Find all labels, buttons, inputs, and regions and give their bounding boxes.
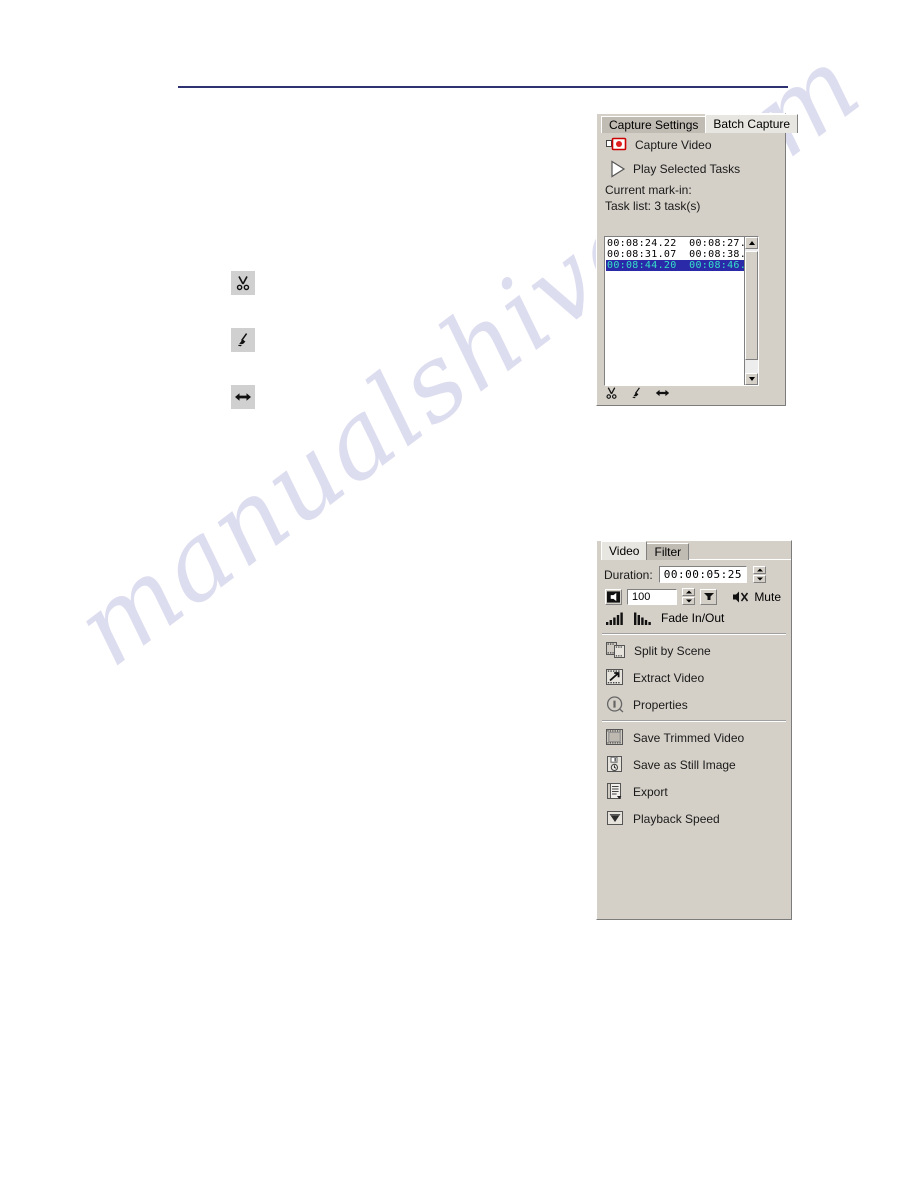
- margin-brush-icon: [231, 328, 255, 352]
- mute-button[interactable]: Mute: [733, 590, 791, 604]
- tab-capture-settings[interactable]: Capture Settings: [601, 116, 707, 133]
- duration-increment-icon[interactable]: [753, 566, 767, 574]
- video-panel-divider-2: [602, 720, 786, 722]
- current-mark-in-label: Current mark-in:: [605, 183, 692, 197]
- task-list-toolbar: [605, 386, 670, 400]
- scrollbar-track[interactable]: [745, 249, 758, 373]
- play-selected-tasks-label: Play Selected Tasks: [633, 162, 741, 176]
- export-label: Export: [633, 784, 668, 799]
- save-as-still-image-label: Save as Still Image: [633, 757, 736, 772]
- filmstrip-save-icon: [606, 729, 625, 746]
- table-row[interactable]: 00:08:44.20 00:08:46.14: [606, 260, 744, 271]
- duration-row: Duration: 00:00:05:25: [597, 560, 791, 585]
- task-list-count-label: Task list: 3 task(s): [605, 199, 701, 213]
- fade-in-icon[interactable]: [605, 612, 625, 625]
- mute-icon: [733, 590, 749, 604]
- toolbar-scissors-icon[interactable]: [605, 386, 618, 400]
- volume-dropdown-icon[interactable]: [700, 588, 717, 605]
- playback-speed-label: Playback Speed: [633, 811, 720, 826]
- duration-label: Duration:: [604, 567, 653, 582]
- playback-speed-button[interactable]: Playback Speed: [597, 805, 791, 832]
- volume-input[interactable]: 100: [627, 588, 677, 605]
- toolbar-double-arrow-icon[interactable]: [655, 387, 670, 399]
- video-panel-divider: [602, 633, 786, 635]
- extract-video-label: Extract Video: [633, 670, 705, 685]
- floppy-clock-icon: [606, 756, 625, 773]
- save-as-still-image-button[interactable]: Save as Still Image: [597, 751, 791, 778]
- volume-decrement-icon[interactable]: [682, 597, 695, 605]
- tab-video[interactable]: Video: [601, 541, 648, 560]
- scroll-down-icon[interactable]: [745, 373, 758, 385]
- filmstrip-split-icon: [606, 642, 626, 659]
- export-button[interactable]: Export: [597, 778, 791, 805]
- camcorder-record-icon: [606, 137, 628, 152]
- double-arrow-icon: [235, 393, 251, 401]
- volume-stepper[interactable]: [682, 588, 695, 605]
- play-triangle-icon: [610, 160, 626, 178]
- margin-scissors-icon: [231, 271, 255, 295]
- page-header-rule: [178, 86, 788, 88]
- task-list[interactable]: 00:08:24.22 00:08:27.07 00:08:31.07 00:0…: [604, 236, 759, 386]
- save-trimmed-video-label: Save Trimmed Video: [633, 730, 745, 745]
- play-selected-tasks-button[interactable]: Play Selected Tasks: [597, 156, 785, 182]
- tab-filter[interactable]: Filter: [646, 543, 690, 560]
- split-by-scene-label: Split by Scene: [634, 643, 711, 658]
- extract-arrow-icon: [606, 669, 625, 686]
- margin-double-arrow-icon: [231, 385, 255, 409]
- duration-stepper[interactable]: [753, 566, 767, 583]
- info-circle-icon: [606, 696, 625, 713]
- scrollbar-thumb[interactable]: [745, 251, 758, 361]
- properties-button[interactable]: Properties: [597, 691, 791, 718]
- extract-video-button[interactable]: Extract Video: [597, 664, 791, 691]
- video-tabstrip-filler: [688, 544, 791, 560]
- save-trimmed-video-button[interactable]: Save Trimmed Video: [597, 724, 791, 751]
- table-row[interactable]: 00:08:24.22 00:08:27.07: [606, 238, 744, 249]
- scissors-icon: [236, 276, 250, 291]
- task-list-scrollbar[interactable]: [744, 237, 758, 385]
- brush-icon: [238, 333, 248, 347]
- batch-capture-panel: Capture Settings Batch Capture Capture V…: [596, 113, 799, 406]
- playback-speed-icon: [606, 810, 625, 827]
- capture-video-button[interactable]: Capture Video: [597, 133, 785, 156]
- duration-decrement-icon[interactable]: [753, 575, 767, 583]
- volume-increment-icon[interactable]: [682, 588, 695, 596]
- tab-batch-capture[interactable]: Batch Capture: [705, 114, 799, 133]
- fade-row: Fade In/Out: [597, 608, 791, 631]
- task-list-rows: 00:08:24.22 00:08:27.07 00:08:31.07 00:0…: [605, 237, 744, 385]
- export-list-icon: [606, 783, 625, 800]
- fade-out-icon[interactable]: [633, 612, 653, 625]
- table-row[interactable]: 00:08:31.07 00:08:38.25: [606, 249, 744, 260]
- properties-label: Properties: [633, 697, 688, 712]
- toolbar-brush-icon[interactable]: [630, 386, 643, 400]
- fade-in-out-label: Fade In/Out: [661, 611, 725, 625]
- volume-row: 100 Mute: [597, 585, 791, 608]
- mute-label: Mute: [754, 589, 781, 604]
- split-by-scene-button[interactable]: Split by Scene: [597, 637, 791, 664]
- video-options-panel: Video Filter Duration: 00:00:05:25 100 M…: [596, 540, 792, 920]
- video-panel-tabstrip: Video Filter: [597, 541, 791, 560]
- scroll-up-icon[interactable]: [745, 237, 758, 249]
- speaker-icon[interactable]: [605, 588, 622, 605]
- duration-input[interactable]: 00:00:05:25: [658, 566, 748, 583]
- batch-capture-tabstrip: Capture Settings Batch Capture: [597, 114, 799, 133]
- capture-video-label: Capture Video: [635, 137, 712, 152]
